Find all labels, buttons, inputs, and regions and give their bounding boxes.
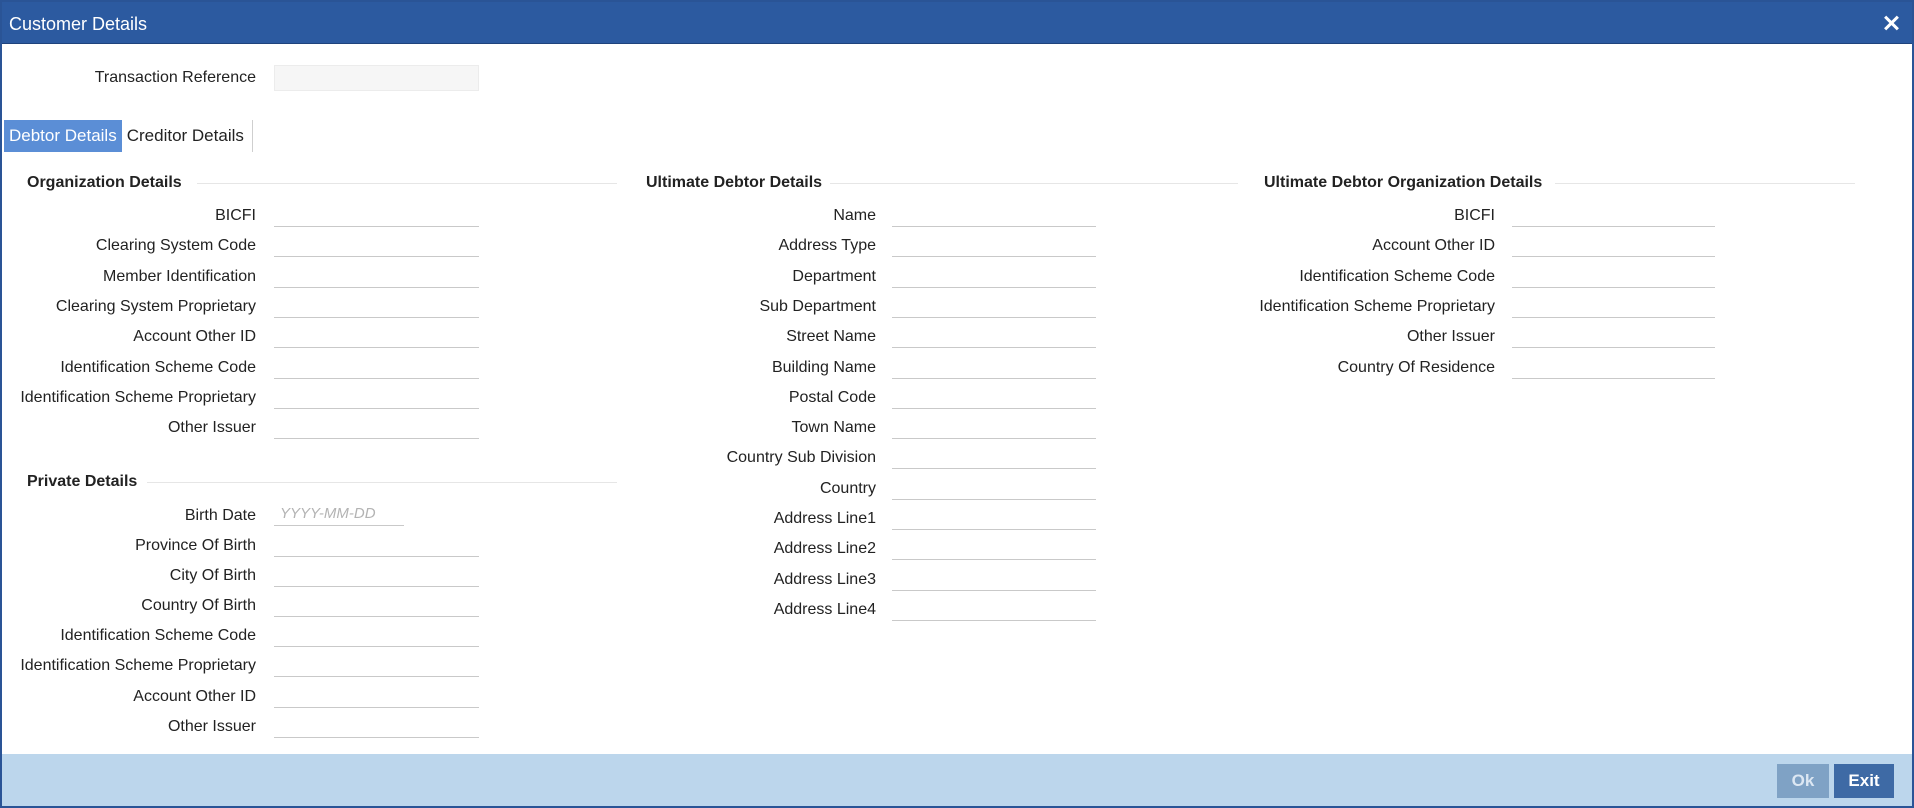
field-label: Department [792,267,876,285]
text-field[interactable] [274,354,479,379]
field-label: Name [833,207,876,224]
field-label: Address Line2 [773,540,876,558]
text-field[interactable] [274,233,479,258]
window-title: Customer Details [9,14,148,34]
text-field[interactable] [274,384,479,409]
field-label: Building Name [771,358,876,376]
field-label: Identification Scheme Proprietary [1259,297,1495,315]
field-label: Postal Code [788,388,876,406]
field-label: Other Issuer [167,717,256,735]
text-field[interactable] [892,354,1096,379]
text-field[interactable] [892,536,1096,561]
birth-date-label: Birth Date [184,507,256,524]
field-label: Member Identification [103,267,256,285]
transaction-reference-field[interactable] [274,65,479,91]
field-label: Address Type [778,237,876,255]
text-field[interactable] [1512,293,1715,318]
text-field[interactable] [892,475,1096,500]
organization-details-heading: Organization Details [27,174,182,191]
field-label: Clearing System Proprietary [55,297,256,315]
section-divider [1555,183,1855,184]
field-label: Country Of Birth [141,597,256,615]
field-label: Identification Scheme Code [60,358,256,376]
text-field[interactable] [892,384,1096,409]
tab-bar: Debtor Details Creditor Details [4,120,253,152]
tab-debtor-details[interactable]: Debtor Details [4,120,122,152]
text-field[interactable] [892,506,1096,530]
text-field[interactable] [274,593,479,618]
text-field[interactable] [892,263,1096,288]
field-label: BICFI [215,207,256,224]
section-divider [197,183,617,184]
text-field[interactable] [1512,203,1715,227]
field-label: Town Name [791,419,876,437]
field-label: BICFI [1454,207,1495,224]
tab-creditor-details[interactable]: Creditor Details [122,120,253,152]
ultimate-debtor-organization-heading: Ultimate Debtor Organization Details [1264,174,1543,191]
field-label: Sub Department [759,297,876,315]
field-label: Clearing System Code [95,237,256,255]
ok-button[interactable]: Ok [1777,764,1829,798]
exit-button[interactable]: Exit [1834,764,1894,798]
field-label: Address Line1 [773,510,876,527]
field-label: Province Of Birth [135,537,256,554]
text-field[interactable] [274,263,479,288]
text-field[interactable] [274,415,479,440]
field-label: Other Issuer [1406,328,1495,346]
text-field[interactable] [274,563,479,588]
text-field[interactable] [274,653,479,678]
text-field[interactable] [1512,233,1715,258]
text-field[interactable] [1512,324,1715,349]
private-details-heading: Private Details [27,473,138,490]
text-field[interactable] [274,293,479,318]
text-field[interactable] [274,683,479,708]
close-icon[interactable] [1880,12,1902,34]
text-field[interactable] [1512,263,1715,288]
section-divider [830,183,1238,184]
ultimate-debtor-details-heading: Ultimate Debtor Details [646,174,823,191]
customer-details-window: Customer Details Transaction Reference D… [0,0,1914,808]
field-label: Address Line4 [773,600,876,618]
field-label: Address Line3 [773,570,876,588]
field-label: City Of Birth [169,567,256,585]
text-field[interactable] [892,596,1096,621]
field-label: Identification Scheme Proprietary [20,388,256,406]
field-label: Account Other ID [1372,237,1495,255]
field-label: Country [819,479,876,497]
field-label: Identification Scheme Code [1299,267,1495,285]
field-label: Account Other ID [133,328,256,346]
text-field[interactable] [892,445,1096,470]
text-field[interactable] [274,533,479,557]
text-field[interactable] [892,203,1096,227]
text-field[interactable] [892,566,1096,591]
field-label: Account Other ID [133,687,256,705]
text-field[interactable] [892,293,1096,318]
text-field[interactable] [892,233,1096,258]
text-field[interactable] [274,203,479,227]
field-label: Other Issuer [167,419,256,437]
section-divider [147,482,617,483]
field-label: Street Name [786,328,876,346]
title-bar: Customer Details [2,2,1912,44]
field-label: Identification Scheme Code [60,627,256,645]
text-field[interactable] [1512,354,1715,379]
text-field[interactable] [274,324,479,349]
footer-bar: Ok Exit [2,754,1912,806]
field-label: Country Of Residence [1337,358,1495,376]
text-field[interactable] [892,415,1096,440]
text-field[interactable] [274,623,479,648]
text-field[interactable] [274,713,479,738]
birth-date-field[interactable] [274,502,404,526]
transaction-reference-label: Transaction Reference [94,69,256,86]
field-label: Country Sub Division [726,449,876,467]
field-label: Identification Scheme Proprietary [20,657,256,675]
text-field[interactable] [892,324,1096,349]
